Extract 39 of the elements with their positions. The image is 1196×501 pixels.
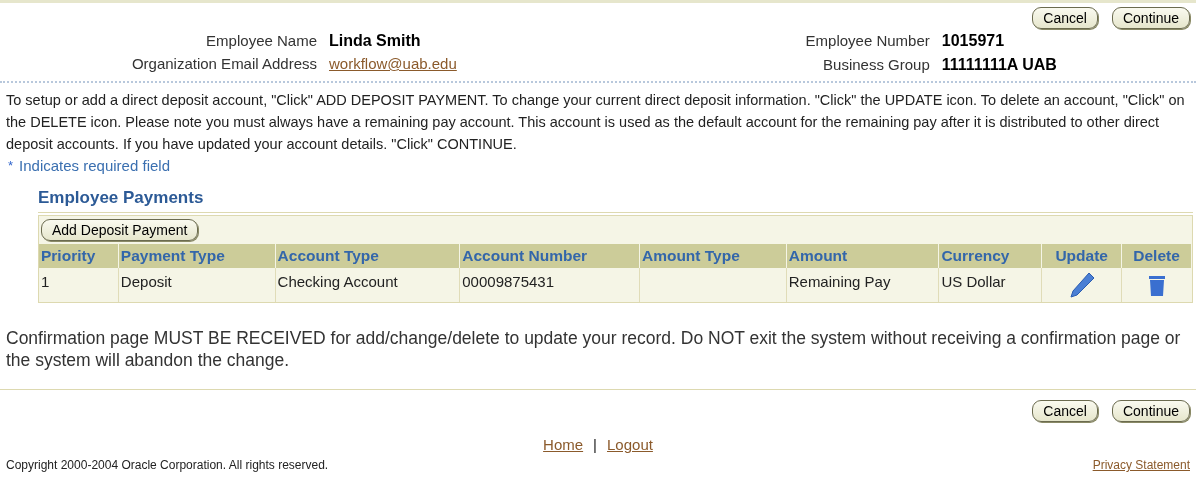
info-label: Employee Number [804, 31, 930, 51]
home-link[interactable]: Home [543, 433, 584, 456]
column-header: Update [1042, 243, 1123, 268]
email-link[interactable]: workflow@uab.edu [329, 53, 457, 76]
column-header: Amount [786, 243, 940, 268]
action-button[interactable]: Cancel [1032, 7, 1098, 29]
required-marker: * [8, 157, 14, 176]
info-label: Business Group [822, 55, 930, 75]
column-header: Delete [1122, 243, 1192, 268]
column-header: Payment Type [118, 243, 276, 268]
info-value: 1015971 [941, 31, 1005, 51]
instructions-text: To setup or add a direct deposit account, "Click" ADD DEPOSIT PAYMENT. To change your current direct deposit information. "Click" the UPDATE icon. To delete an account, "Click" on the DELETE icon. Please note you must always have a remaining pay account. This account is used as the default account for the remaining pay after it is distributed to other direct deposit accounts. If you have updated your account details. "Click" CONTINUE. [5, 91, 1186, 154]
column-header: Amount Type [639, 243, 787, 268]
action-button[interactable]: Continue [1111, 7, 1190, 29]
confirmation-text: Confirmation page MUST BE RECEIVED for add/change/delete to update your record. Do NOT exit the system without receiving a confirmation page or the system will abandon the change. [5, 326, 1182, 371]
column-header: Priority [39, 243, 119, 268]
link-separator: | [593, 434, 597, 455]
table-cell: 1 [41, 272, 50, 290]
table-cell: Deposit [120, 272, 172, 290]
table-cell: Checking Account [277, 272, 398, 290]
info-value: 11111111A UAB [941, 55, 1057, 75]
action-button[interactable]: Cancel [1032, 399, 1098, 422]
table-cell: Remaining Pay [788, 272, 891, 290]
column-header: Account Number [460, 243, 640, 268]
info-label: Employee Name [205, 31, 317, 51]
section-title: Employee Payments [38, 185, 1193, 213]
column-header: Currency [939, 243, 1043, 268]
info-label: Organization Email Address [130, 54, 317, 74]
table-cell: 00009875431 [462, 272, 555, 290]
copyright-text: Copyright 2000-2004 Oracle Corporation. All rights reserved. [6, 457, 329, 474]
info-value: Linda Smith [329, 31, 421, 51]
table-cell: US Dollar [941, 272, 1006, 290]
action-button[interactable]: Add Deposit Payment [41, 218, 199, 241]
column-header: Account Type [275, 243, 461, 268]
required-note: Indicates required field [19, 155, 170, 176]
action-button[interactable]: Continue [1111, 399, 1190, 422]
pencil-icon[interactable] [1067, 270, 1096, 299]
logout-link[interactable]: Logout [607, 433, 653, 456]
privacy-link[interactable]: Privacy Statement [1092, 456, 1190, 474]
